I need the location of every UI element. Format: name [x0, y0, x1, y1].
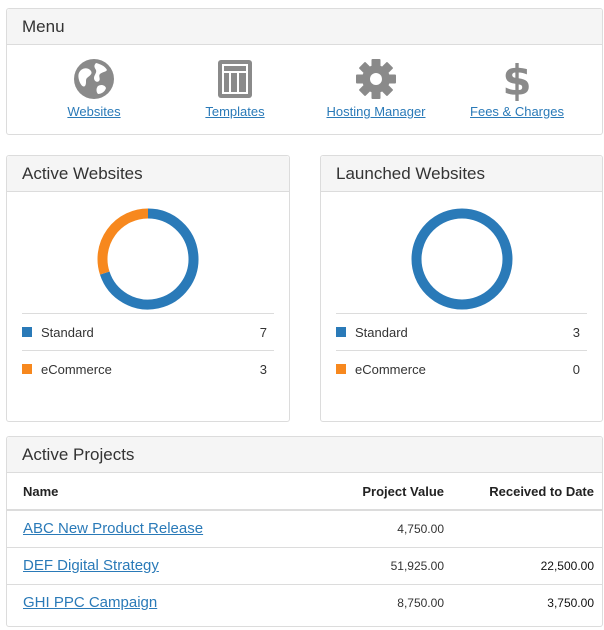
active-websites-panel: Active Websites Standard 7 eCommerce 3 — [6, 155, 290, 422]
legend-row-standard: Standard 3 — [336, 313, 587, 350]
legend-count: 0 — [572, 361, 580, 377]
legend-row-standard: Standard 7 — [22, 313, 274, 350]
table-row: DEF Digital Strategy 51,925.00 22,500.00 — [7, 547, 602, 585]
menu-item-hosting-manager[interactable]: Hosting Manager — [311, 57, 441, 119]
legend-label: Standard — [355, 324, 408, 340]
standard-swatch — [336, 327, 346, 337]
project-value-cell: 8,750.00 — [397, 595, 444, 610]
template-icon — [218, 60, 252, 98]
active-projects-panel: Active Projects Name Project Value Recei… — [6, 436, 603, 627]
projects-table: Name Project Value Received to Date ABC … — [7, 473, 602, 621]
menu-item-fees-charges[interactable]: $ Fees & Charges — [452, 57, 582, 119]
table-row: GHI PPC Campaign 8,750.00 3,750.00 — [7, 584, 602, 621]
menu-link-templates[interactable]: Templates — [170, 104, 300, 119]
ecommerce-swatch — [22, 364, 32, 374]
menu-link-hosting-manager[interactable]: Hosting Manager — [311, 104, 441, 119]
legend-label: Standard — [41, 324, 94, 340]
project-link[interactable]: ABC New Product Release — [23, 520, 203, 537]
project-value-cell: 51,925.00 — [312, 547, 452, 585]
project-value-cell: 4,750.00 — [312, 510, 452, 548]
column-header-received-to-date[interactable]: Received to Date — [452, 473, 602, 511]
project-name-cell: ABC New Product Release — [7, 510, 312, 548]
active-websites-donut — [97, 208, 199, 310]
donut-slice-ecommerce — [97, 208, 149, 275]
launched-websites-panel: Launched Websites Standard 3 eCommerce 0 — [320, 155, 603, 422]
gear-icon — [356, 59, 396, 99]
legend-label: eCommerce — [41, 361, 112, 377]
launched-websites-title: Launched Websites — [321, 156, 602, 192]
project-name-cell: DEF Digital Strategy — [7, 547, 312, 585]
menu-item-websites[interactable]: Websites — [29, 57, 159, 119]
active-projects-title: Active Projects — [7, 437, 602, 473]
received-to-date-cell: 22,500.00 — [452, 547, 602, 585]
table-header-row: Name Project Value Received to Date — [7, 473, 602, 511]
project-name-cell: GHI PPC Campaign — [7, 584, 312, 621]
launched-websites-donut — [411, 208, 512, 310]
received-to-date-cell: 3,750.00 — [547, 595, 594, 610]
active-websites-title: Active Websites — [7, 156, 289, 192]
dollar-icon: $ — [502, 57, 531, 101]
legend-count: 7 — [259, 324, 267, 340]
donut-slice-standard — [411, 208, 512, 310]
legend-label: eCommerce — [355, 361, 426, 377]
menu-panel: Menu Websites Templates Hosting Manager … — [6, 8, 603, 135]
menu-item-templates[interactable]: Templates — [170, 57, 300, 119]
launched-websites-legend: Standard 3 eCommerce 0 — [336, 313, 587, 387]
project-link[interactable]: DEF Digital Strategy — [23, 557, 159, 574]
table-row: ABC New Product Release 4,750.00 — [7, 510, 602, 548]
standard-swatch — [22, 327, 32, 337]
legend-count: 3 — [259, 361, 267, 377]
legend-count: 3 — [572, 324, 580, 340]
column-header-name[interactable]: Name — [7, 473, 312, 511]
active-websites-legend: Standard 7 eCommerce 3 — [22, 313, 274, 387]
menu-link-fees-charges[interactable]: Fees & Charges — [452, 104, 582, 119]
menu-title: Menu — [7, 9, 602, 45]
svg-text:$: $ — [502, 57, 531, 101]
legend-row-ecommerce: eCommerce 0 — [336, 350, 587, 387]
menu-row: Websites Templates Hosting Manager $ Fee… — [7, 45, 602, 135]
ecommerce-swatch — [336, 364, 346, 374]
globe-icon — [74, 59, 114, 99]
column-header-project-value[interactable]: Project Value — [312, 473, 452, 511]
received-to-date-cell — [452, 510, 602, 548]
menu-link-websites[interactable]: Websites — [29, 104, 159, 119]
project-link[interactable]: GHI PPC Campaign — [23, 594, 157, 611]
legend-row-ecommerce: eCommerce 3 — [22, 350, 274, 387]
